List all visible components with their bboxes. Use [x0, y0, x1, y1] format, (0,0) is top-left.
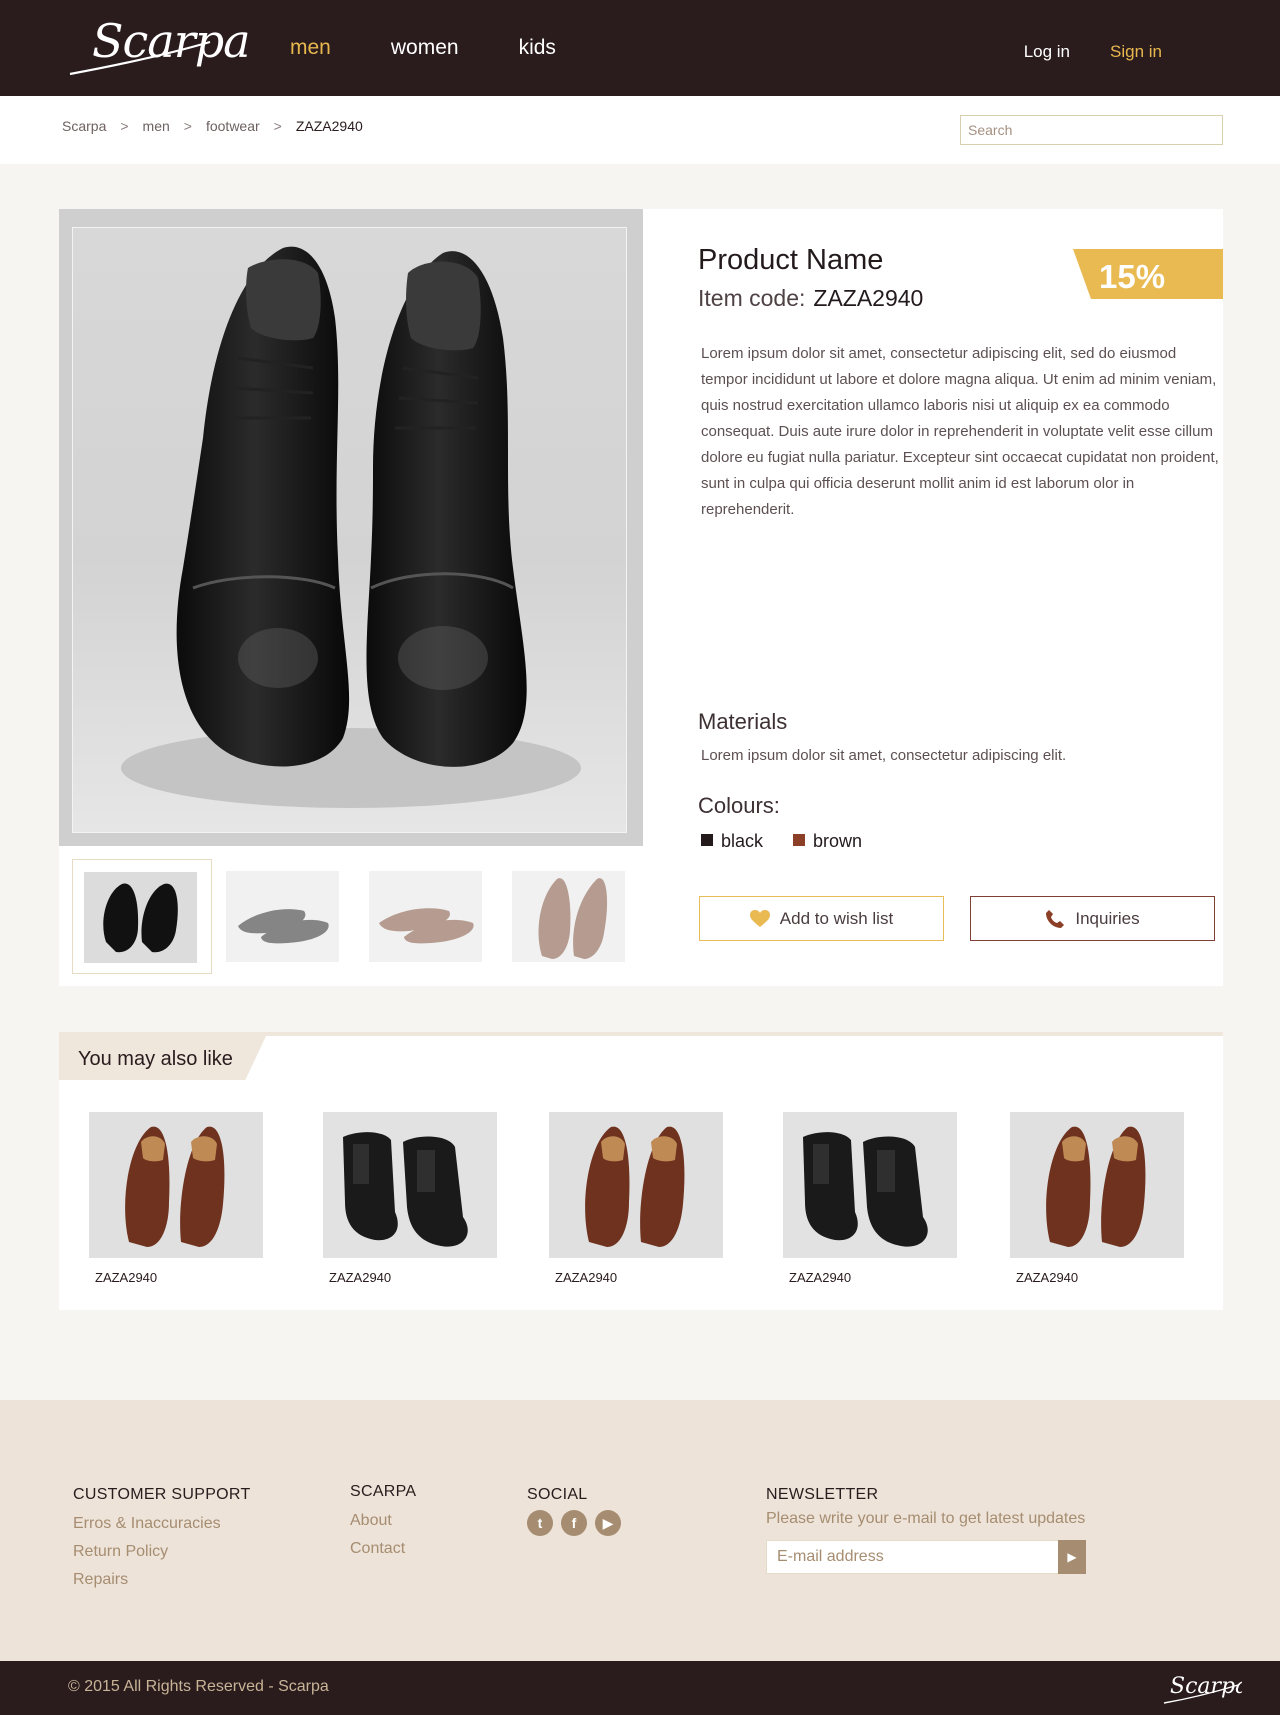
- also-like-section: You may also like ZAZA2940 ZAZA2940 ZAZA…: [59, 1032, 1223, 1310]
- breadcrumb-current: ZAZA2940: [295, 118, 363, 134]
- inquiries-button[interactable]: Inquiries: [970, 896, 1215, 941]
- also-like-image: [549, 1112, 723, 1258]
- product-image-area: [59, 209, 643, 846]
- colour-label: brown: [813, 831, 863, 851]
- also-like-image: [783, 1112, 957, 1258]
- heart-icon: [749, 909, 770, 927]
- also-like-item[interactable]: ZAZA2940: [549, 1112, 723, 1285]
- sale-label: SALE: [1099, 296, 1156, 321]
- also-like-item[interactable]: ZAZA2940: [89, 1112, 263, 1285]
- nav-women[interactable]: women: [391, 36, 459, 60]
- breadcrumb-separator: >: [273, 118, 282, 134]
- also-like-code: ZAZA2940: [95, 1270, 158, 1285]
- youtube-icon[interactable]: ▶: [595, 1510, 621, 1536]
- footer-support: CUSTOMER SUPPORT Erros & Inaccuracies Re…: [73, 1486, 251, 1594]
- newsletter-email-input[interactable]: [766, 1540, 1086, 1574]
- social-icons: t f ▶: [527, 1510, 621, 1536]
- also-like-code: ZAZA2940: [789, 1270, 852, 1285]
- colour-option-brown[interactable]: brown: [793, 831, 862, 852]
- also-like-image: [89, 1112, 263, 1258]
- footer-link-contact[interactable]: Contact: [350, 1535, 416, 1563]
- nav-kids[interactable]: kids: [519, 36, 556, 60]
- footer-link-about[interactable]: About: [350, 1507, 416, 1535]
- add-to-wishlist-button[interactable]: Add to wish list: [699, 896, 944, 941]
- footer-link-errors[interactable]: Erros & Inaccuracies: [73, 1510, 251, 1538]
- logo-text: Scarpa: [92, 14, 251, 68]
- item-code: Item code: ZAZA2940: [698, 285, 923, 312]
- also-like-code: ZAZA2940: [1016, 1270, 1079, 1285]
- also-like-image: [1010, 1112, 1184, 1258]
- inquiries-label: Inquiries: [1075, 908, 1140, 928]
- item-code-value: ZAZA2940: [813, 285, 924, 311]
- thumbnail-1[interactable]: [72, 859, 212, 974]
- signin-link[interactable]: Sign in: [1110, 42, 1162, 62]
- newsletter-text: Please write your e-mail to get latest u…: [766, 1510, 1086, 1527]
- footer-scarpa-title: SCARPA: [350, 1483, 417, 1500]
- newsletter-submit-button[interactable]: ▶: [1058, 1540, 1086, 1574]
- twitter-icon[interactable]: t: [527, 1510, 553, 1536]
- breadcrumb: Scarpa > men > footwear > ZAZA2940: [62, 118, 363, 134]
- colours-title: Colours:: [698, 793, 780, 818]
- also-like-item[interactable]: ZAZA2940: [783, 1112, 957, 1285]
- colour-label: black: [721, 831, 764, 851]
- footer: CUSTOMER SUPPORT Erros & Inaccuracies Re…: [0, 1400, 1280, 1661]
- thumbnail-3[interactable]: [358, 859, 498, 974]
- wishlist-label: Add to wish list: [779, 908, 894, 928]
- colour-option-black[interactable]: black: [701, 831, 763, 852]
- colour-swatch-brown: [793, 834, 806, 846]
- product-name: Product Name: [698, 244, 884, 276]
- thumbnail-strip: [72, 859, 644, 974]
- thumbnail-4[interactable]: [501, 859, 641, 974]
- footer-logo[interactable]: Scarpa: [1162, 1667, 1248, 1707]
- also-like-title: You may also like: [59, 1036, 266, 1080]
- breadcrumb-bar: Scarpa > men > footwear > ZAZA2940: [0, 96, 1280, 164]
- footer-support-title: CUSTOMER SUPPORT: [73, 1486, 251, 1503]
- product-info: Product Name Item code: ZAZA2940 15% SALE…: [679, 209, 1223, 986]
- materials-text: Lorem ipsum dolor sit amet, consectetur …: [701, 747, 1067, 764]
- footer-scarpa: SCARPA About Contact: [350, 1483, 416, 1563]
- product-card: Product Name Item code: ZAZA2940 15% SALE…: [59, 209, 1223, 986]
- also-like-item[interactable]: ZAZA2940: [323, 1112, 497, 1285]
- nav-men[interactable]: men: [290, 36, 331, 60]
- sale-badge: 15% SALE: [1073, 249, 1223, 299]
- phone-icon: [1046, 909, 1065, 928]
- breadcrumb-home[interactable]: Scarpa: [62, 118, 106, 134]
- main-nav: men women kids: [290, 36, 556, 60]
- footer-social-title: SOCIAL: [527, 1486, 588, 1503]
- newsletter-form: ▶: [766, 1540, 1086, 1574]
- footer-link-return-policy[interactable]: Return Policy: [73, 1538, 251, 1566]
- search-input[interactable]: [960, 115, 1223, 145]
- footer-newsletter-title: NEWSLETTER: [766, 1486, 879, 1503]
- scarpa-logo[interactable]: Scarpa: [68, 12, 251, 80]
- breadcrumb-footwear[interactable]: footwear: [206, 118, 260, 134]
- breadcrumb-men[interactable]: men: [143, 118, 170, 134]
- login-link[interactable]: Log in: [1024, 42, 1070, 62]
- also-like-item[interactable]: ZAZA2940: [1010, 1112, 1184, 1285]
- breadcrumb-separator: >: [120, 118, 129, 134]
- footer-social: SOCIAL t f ▶: [527, 1486, 621, 1536]
- auth-links: Log in Sign in: [1024, 42, 1162, 62]
- facebook-icon[interactable]: f: [561, 1510, 587, 1536]
- breadcrumb-separator: >: [183, 118, 192, 134]
- product-main-image[interactable]: [72, 227, 627, 833]
- sale-percent: 15%: [1099, 258, 1166, 295]
- also-like-code: ZAZA2940: [329, 1270, 392, 1285]
- arrow-right-icon: ▶: [1067, 1550, 1077, 1564]
- also-like-code: ZAZA2940: [555, 1270, 618, 1285]
- copyright: © 2015 All Rights Reserved - Scarpa: [68, 1678, 329, 1695]
- colour-swatch-black: [701, 834, 713, 846]
- thumbnail-2[interactable]: [215, 859, 355, 974]
- materials-title: Materials: [698, 709, 788, 734]
- also-like-image: [323, 1112, 497, 1258]
- also-like-grid: ZAZA2940 ZAZA2940 ZAZA2940 ZAZA2940 ZAZA…: [89, 1112, 1209, 1302]
- bottom-bar: © 2015 All Rights Reserved - Scarpa Scar…: [0, 1661, 1280, 1715]
- product-description: Lorem ipsum dolor sit amet, consectetur …: [701, 345, 1219, 518]
- top-header: Scarpa men women kids Log in Sign in: [0, 0, 1280, 96]
- colour-options: black brown: [701, 831, 862, 852]
- item-code-label: Item code:: [698, 285, 806, 311]
- footer-newsletter: NEWSLETTER Please write your e-mail to g…: [766, 1486, 1086, 1574]
- footer-link-repairs[interactable]: Repairs: [73, 1566, 251, 1594]
